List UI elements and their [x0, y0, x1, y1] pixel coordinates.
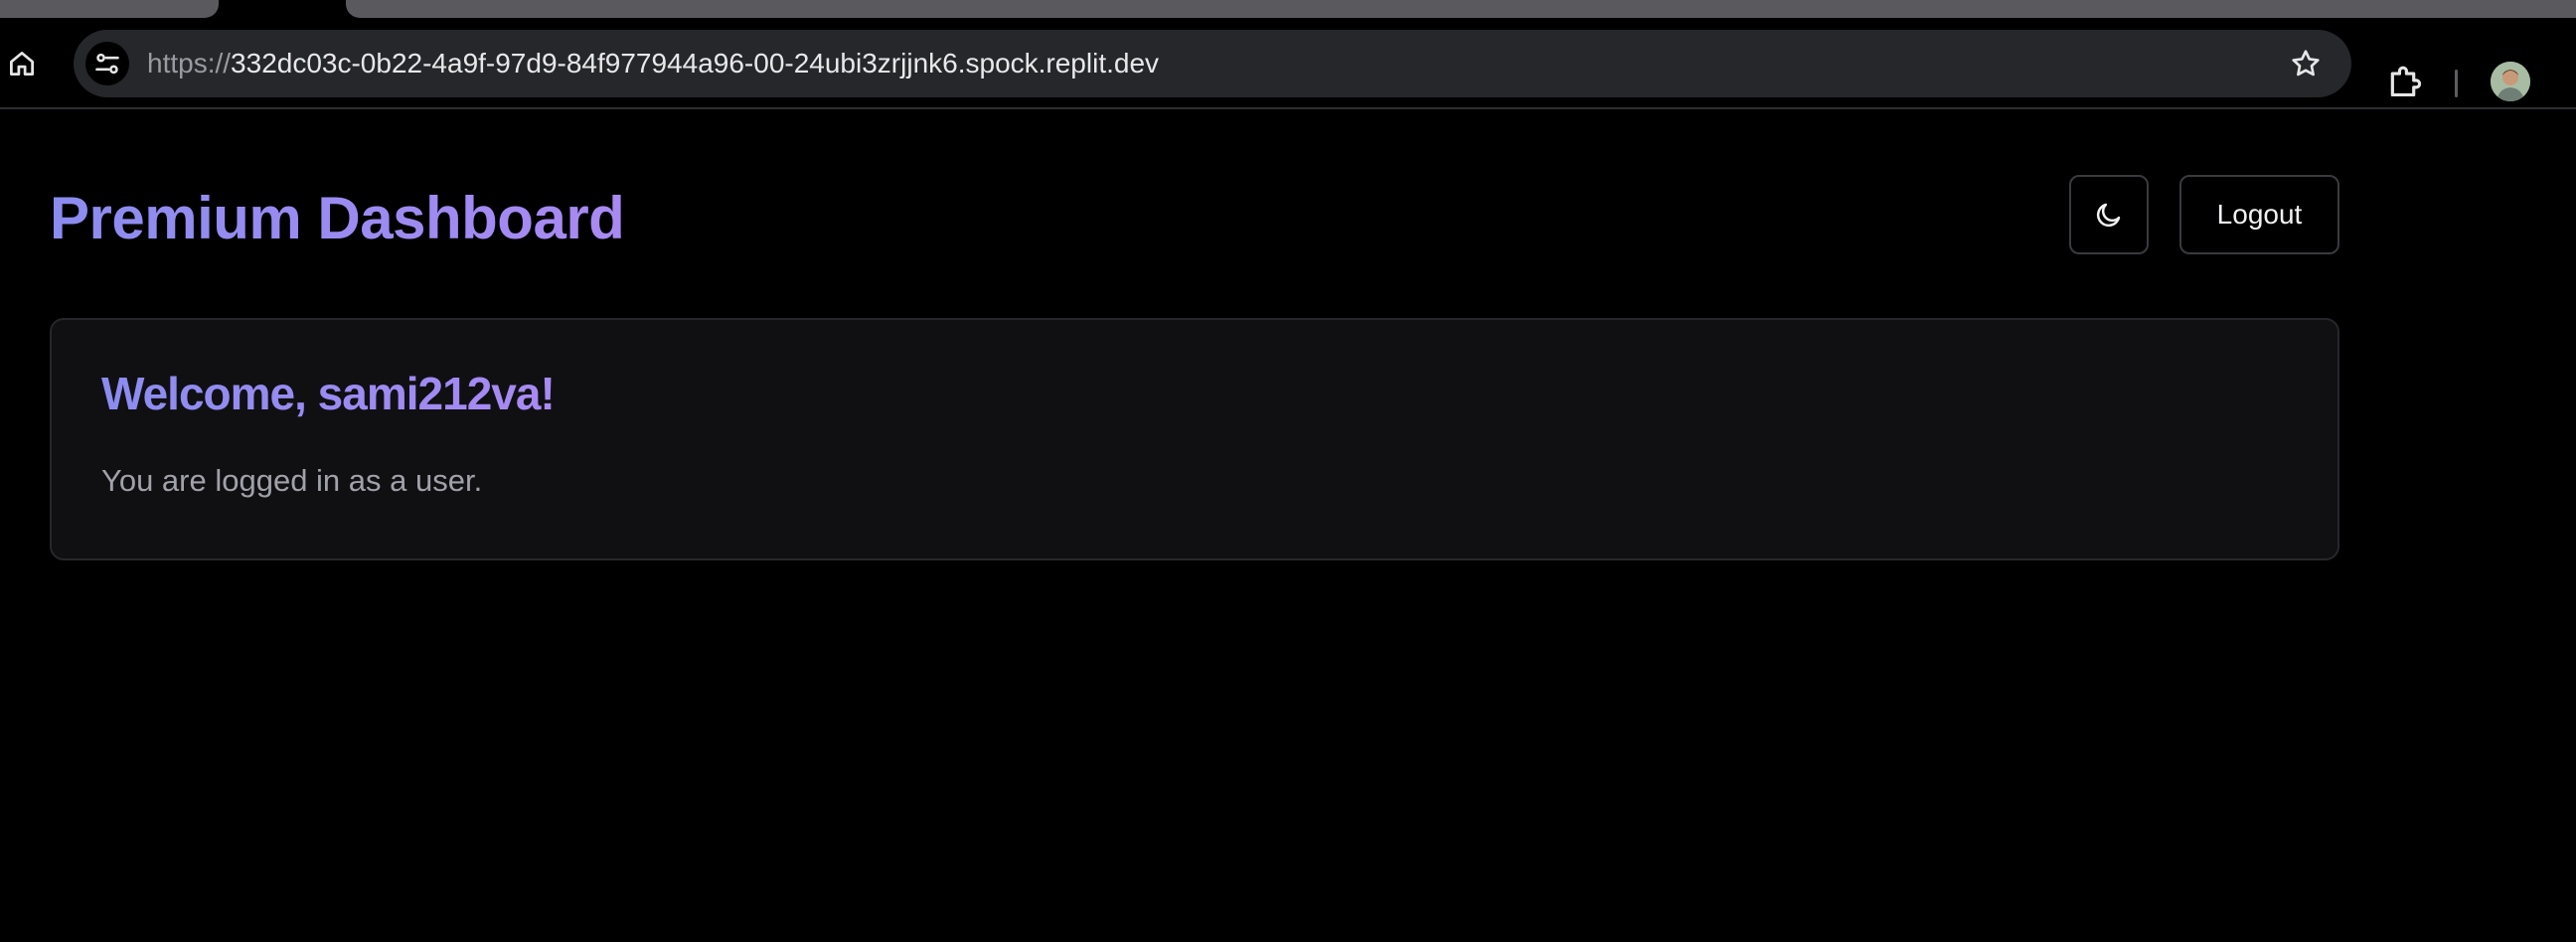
welcome-message: You are logged in as a user. [101, 463, 483, 498]
profile-avatar[interactable] [2491, 62, 2530, 101]
address-bar[interactable]: https://332dc03c-0b22-4a9f-97d9-84f97794… [74, 30, 2351, 97]
page-title: Premium Dashboard [50, 175, 625, 262]
avatar-image [2491, 62, 2530, 101]
moon-icon [2096, 203, 2121, 228]
site-info-button[interactable] [85, 42, 129, 85]
welcome-title: Welcome, sami212va! [101, 362, 556, 425]
home-button[interactable] [0, 42, 44, 85]
home-icon [10, 52, 34, 76]
logout-button[interactable]: Logout [2179, 175, 2339, 254]
page-content: Premium Dashboard Logout Welcome, sami21… [0, 111, 2576, 942]
browser-tab[interactable] [346, 0, 2576, 18]
welcome-card: Welcome, sami212va! You are logged in as… [50, 318, 2339, 560]
browser-toolbar: https://332dc03c-0b22-4a9f-97d9-84f97794… [0, 20, 2576, 109]
theme-toggle-button[interactable] [2069, 175, 2149, 254]
url-text[interactable]: https://332dc03c-0b22-4a9f-97d9-84f97794… [147, 30, 1159, 97]
url-scheme: https:// [147, 48, 232, 78]
star-icon [2292, 50, 2320, 77]
bookmark-button[interactable] [2288, 46, 2324, 81]
tab-strip [0, 0, 2576, 20]
extensions-button[interactable] [2385, 62, 2425, 101]
browser-tab[interactable] [0, 0, 219, 18]
puzzle-icon [2390, 66, 2422, 97]
tune-icon [95, 53, 119, 75]
url-host: 332dc03c-0b22-4a9f-97d9-84f977944a96-00-… [231, 48, 1160, 78]
toolbar-divider [2455, 70, 2458, 97]
